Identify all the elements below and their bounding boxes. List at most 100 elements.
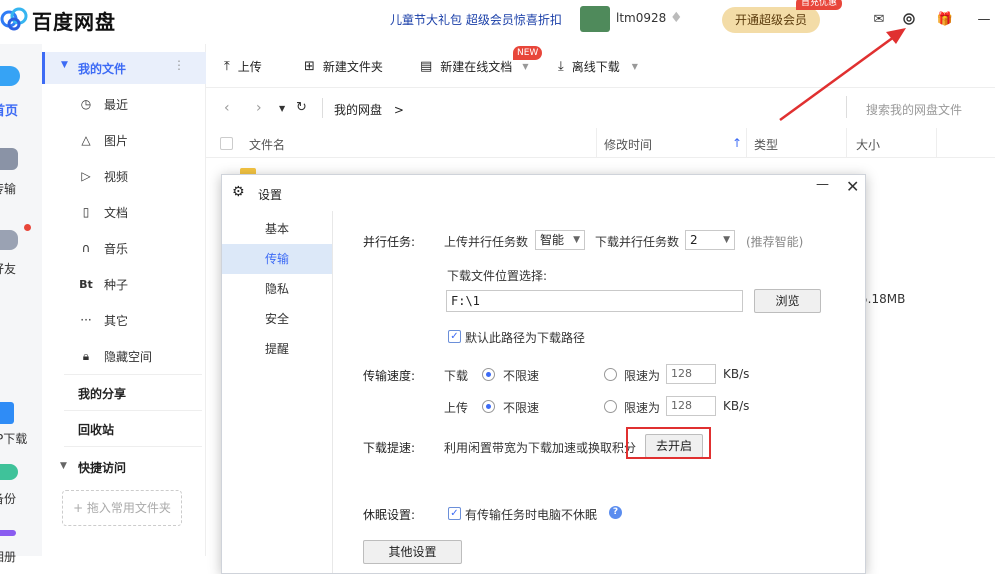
promo-link[interactable]: 儿童节大礼包 超级会员惊喜折扣 [390, 11, 562, 28]
leftnav-friends[interactable]: 好友 [0, 260, 34, 277]
avatar[interactable] [580, 6, 610, 32]
chevron-down-icon[interactable]: ▼ [632, 62, 638, 71]
download-unlimited-radio[interactable] [482, 368, 495, 381]
top-bar: 百度网盘 儿童节大礼包 超级会员惊喜折扣 ltm0928 ♦ 开通超级会员 首充… [0, 0, 995, 44]
sidebar-item-recycle[interactable]: 回收站 [78, 421, 114, 438]
settings-tab-reminders[interactable]: 提醒 [222, 334, 332, 364]
upload-limit-input[interactable]: 128 [666, 396, 716, 416]
forward-icon[interactable]: › [256, 100, 262, 116]
download-path-input[interactable]: F:\1 [446, 290, 743, 312]
sidebar-item-label: 种子 [104, 277, 129, 292]
gear-icon[interactable] [900, 10, 918, 28]
more-vertical-icon[interactable]: ⋮ [173, 58, 185, 72]
download-parallel-select[interactable]: 2 ▼ [685, 230, 735, 250]
sidebar-item-torrents[interactable]: Bt 种子 [42, 272, 202, 296]
image-icon: △ [81, 133, 91, 147]
divider [746, 128, 747, 158]
history-dropdown-icon[interactable]: ▼ [279, 104, 285, 113]
settings-dialog: ⚙ 设置 — ✕ 基本 传输 隐私 安全 提醒 并行任务: 上传并行任务数 智能… [221, 174, 866, 574]
column-modified[interactable]: 修改时间 [604, 136, 652, 153]
document-icon: ▯ [82, 205, 90, 219]
breadcrumb-item[interactable]: 我的网盘 [334, 103, 382, 117]
sidebar-item-music[interactable]: ∩ 音乐 [42, 236, 202, 260]
settings-tab-privacy[interactable]: 隐私 [222, 274, 332, 304]
minimize-icon[interactable]: — [816, 177, 829, 192]
baidu-netdisk-logo-icon [0, 7, 28, 31]
album-icon [0, 530, 16, 536]
mail-icon[interactable]: ✉ [870, 10, 888, 28]
settings-tab-transfer[interactable]: 传输 [222, 244, 332, 274]
parallel-tasks-label: 并行任务: [363, 235, 416, 249]
sidebar-item-my-files[interactable]: ▼ 我的文件 ⋮ [42, 52, 206, 84]
search-input[interactable]: 搜索我的网盘文件 [866, 101, 962, 118]
select-all-checkbox[interactable] [220, 137, 233, 150]
leftnav-app-download[interactable]: P下载 [0, 430, 38, 447]
username[interactable]: ltm0928 [616, 11, 666, 25]
sidebar: ▼ 我的文件 ⋮ ◷ 最近 △ 图片 ▷ 视频 ▯ 文档 ∩ 音乐 Bt 种子 ··· 其它 … [42, 44, 206, 556]
download-speed-label: 下载 [444, 369, 469, 383]
chevron-down-icon[interactable]: ▼ [522, 62, 528, 71]
headphones-icon: ∩ [81, 241, 91, 255]
chevron-down-icon: ▼ [573, 235, 580, 245]
settings-tab-basic[interactable]: 基本 [222, 214, 332, 244]
divider [64, 410, 202, 411]
download-unlimited-label: 不限速 [503, 369, 540, 383]
divider [846, 96, 847, 118]
more-icon: ··· [80, 313, 92, 327]
gift-icon[interactable]: 🎁 [936, 10, 954, 28]
offline-download-button[interactable]: ⤓ 离线下载 ▼ [558, 58, 638, 75]
new-online-doc-button[interactable]: ▤ 新建在线文档 ▼ [420, 58, 528, 75]
transfer-icon [0, 148, 18, 170]
help-icon[interactable]: ? [609, 506, 622, 519]
column-size[interactable]: 大小 [856, 136, 880, 153]
sidebar-item-my-share[interactable]: 我的分享 [78, 385, 126, 402]
no-sleep-checkbox[interactable]: ✓ [448, 507, 461, 520]
new-folder-label: 新建文件夹 [322, 60, 383, 74]
download-icon: ⤓ [558, 59, 564, 74]
back-icon[interactable]: ‹ [224, 100, 230, 116]
drop-folder-zone[interactable]: + 拖入常用文件夹 [62, 490, 182, 526]
minimize-icon[interactable]: — [975, 10, 993, 28]
sidebar-item-hidden-space[interactable]: 🔒︎ 隐藏空间 [42, 344, 202, 368]
lock-icon: 🔒︎ [82, 348, 90, 363]
browse-button[interactable]: 浏览 [754, 289, 821, 313]
sidebar-item-label: 视频 [104, 169, 129, 184]
sleep-settings-label: 休眠设置: [363, 508, 416, 522]
new-folder-button[interactable]: ⊞ 新建文件夹 [304, 58, 383, 75]
close-icon[interactable]: ✕ [846, 177, 859, 196]
sort-ascending-icon[interactable]: ↑ [732, 136, 742, 150]
sidebar-item-documents[interactable]: ▯ 文档 [42, 200, 202, 224]
leftnav-transfer[interactable]: 传输 [0, 180, 34, 197]
leftnav-home[interactable]: 首页 [0, 100, 34, 119]
sidebar-item-label: 最近 [104, 97, 129, 112]
upload-button[interactable]: ⤒ 上传 [224, 58, 262, 75]
doc-icon: ▤ [420, 59, 433, 74]
other-settings-button[interactable]: 其他设置 [363, 540, 462, 564]
settings-tab-security[interactable]: 安全 [222, 304, 332, 334]
breadcrumb[interactable]: 我的网盘 > [334, 101, 404, 118]
leftnav-album[interactable]: 相册 [0, 548, 34, 565]
open-vip-button[interactable]: 开通超级会员 [722, 7, 820, 33]
leftnav-backup[interactable]: 备份 [0, 490, 34, 507]
sidebar-item-recent[interactable]: ◷ 最近 [42, 92, 202, 116]
sidebar-item-label: 音乐 [104, 241, 129, 256]
sidebar-item-videos[interactable]: ▷ 视频 [42, 164, 202, 188]
download-limit-radio[interactable] [604, 368, 617, 381]
column-name[interactable]: 文件名 [249, 136, 285, 153]
sidebar-quick-access[interactable]: 快捷访问 [78, 459, 126, 476]
download-limit-input[interactable]: 128 [666, 364, 716, 384]
new-online-doc-label: 新建在线文档 [440, 60, 513, 74]
parallel-hint: (推荐智能) [746, 235, 804, 249]
refresh-icon[interactable]: ↻ [296, 100, 307, 115]
upload-limit-radio[interactable] [604, 400, 617, 413]
folder-plus-icon: ⊞ [304, 59, 315, 74]
upload-unlimited-radio[interactable] [482, 400, 495, 413]
upload-parallel-select[interactable]: 智能 ▼ [535, 230, 585, 250]
upload-limit-label: 限速为 [624, 401, 661, 415]
play-icon: ▷ [81, 169, 91, 183]
column-type[interactable]: 类型 [754, 136, 778, 153]
default-path-checkbox[interactable]: ✓ [448, 330, 461, 343]
sidebar-item-other[interactable]: ··· 其它 [42, 308, 202, 332]
sidebar-item-images[interactable]: △ 图片 [42, 128, 202, 152]
gear-icon: ⚙ [232, 184, 245, 200]
